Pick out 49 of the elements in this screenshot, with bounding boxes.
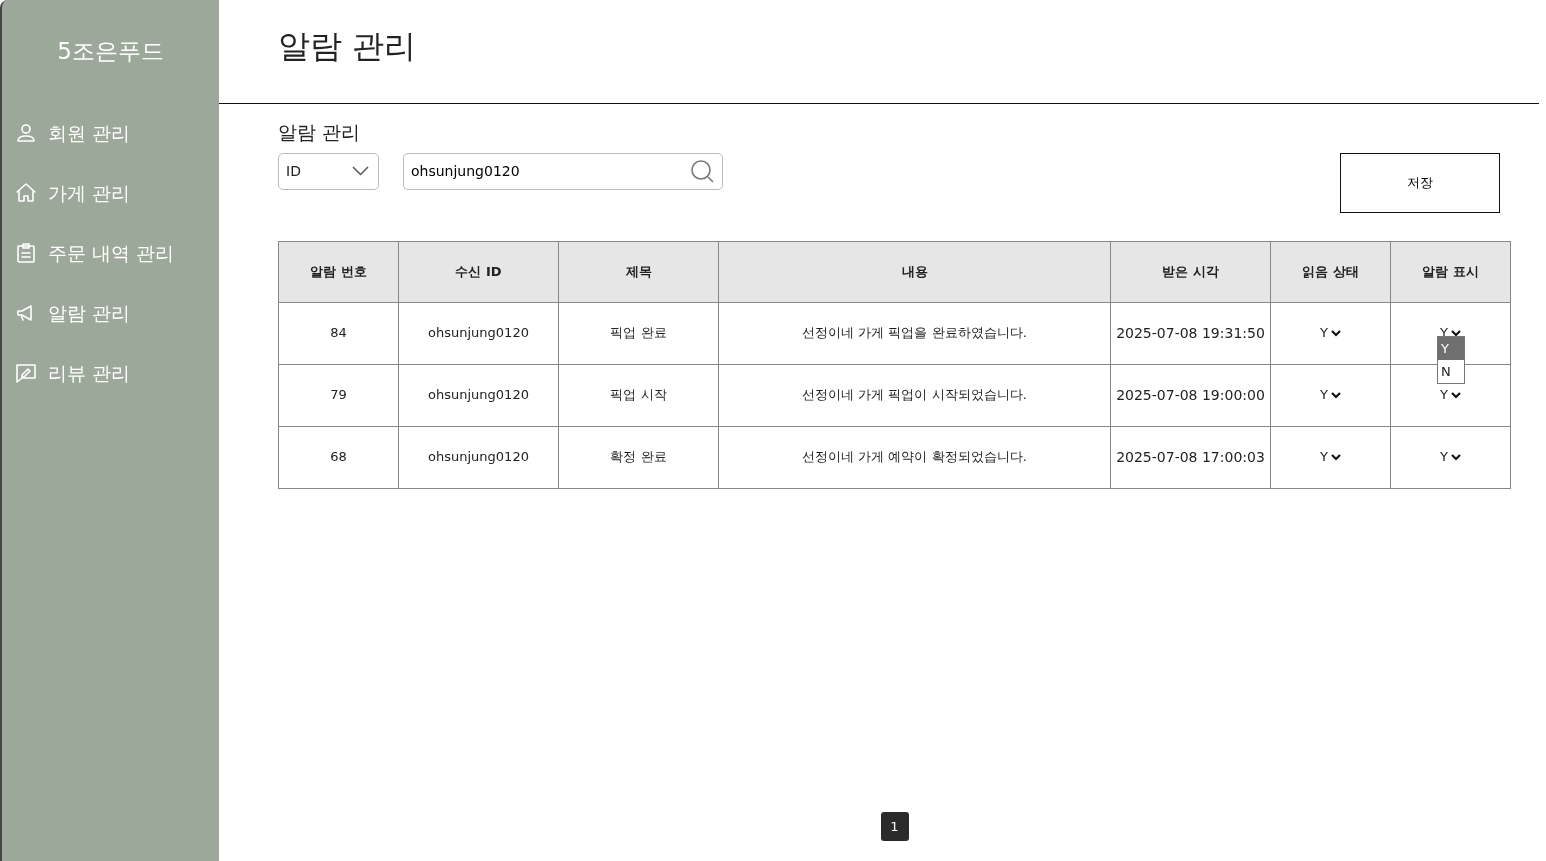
column-header: 읽음 상태: [1270, 241, 1391, 302]
dropdown-select[interactable]: Y: [1440, 385, 1461, 405]
page-title: 알람 관리: [277, 26, 418, 67]
table-cell: 84: [278, 302, 399, 364]
table-cell: 2025-07-08 19:31:50: [1110, 302, 1271, 364]
table-cell: 2025-07-08 17:00:03: [1110, 426, 1271, 488]
table-cell: 68: [278, 426, 399, 488]
page-button[interactable]: 1: [880, 812, 909, 841]
clipboard-icon: [14, 241, 38, 265]
chevron-down-icon: [352, 166, 369, 176]
table-cell: 선정이네 가게 예약이 확정되었습니다.: [718, 426, 1111, 488]
chevron-down-icon: [1330, 453, 1341, 461]
select-value: ID: [286, 161, 301, 181]
search-icon[interactable]: [691, 159, 714, 183]
chat-edit-icon: [14, 361, 38, 385]
table-cell: 79: [278, 364, 399, 426]
chevron-down-icon: [1450, 391, 1461, 399]
chevron-down-icon: [1450, 453, 1461, 461]
chevron-down-icon: [1450, 329, 1461, 337]
section-title: 알람 관리: [278, 120, 362, 145]
table-cell: ohsunjung0120: [398, 426, 559, 488]
table-cell: ohsunjung0120: [398, 364, 559, 426]
table-cell: ohsunjung0120: [398, 302, 559, 364]
table-cell: 확정 완료: [558, 426, 719, 488]
table-cell: 2025-07-08 19:00:00: [1110, 364, 1271, 426]
person-icon: [14, 121, 38, 145]
logo-text: 5조은푸드: [56, 37, 165, 66]
column-header: 수신 ID: [398, 241, 559, 302]
chevron-down-icon: [1330, 329, 1341, 337]
dropdown-select[interactable]: Y: [1320, 447, 1341, 467]
search-field[interactable]: ohsunjung0120: [403, 152, 723, 190]
column-header: 제목: [558, 241, 719, 302]
dropdown-select[interactable]: Y: [1440, 447, 1461, 467]
table-cell: 선정이네 가게 픽업을 완료하였습니다.: [718, 302, 1111, 364]
chevron-down-icon: [1330, 391, 1341, 399]
dropdown-option[interactable]: N: [1438, 360, 1464, 384]
dropdown-select[interactable]: Y: [1320, 385, 1341, 405]
column-header: 내용: [718, 241, 1111, 302]
column-header: 알람 번호: [278, 241, 399, 302]
table-cell: 픽업 시작: [558, 364, 719, 426]
dropdown-select[interactable]: Y: [1320, 323, 1341, 343]
column-header: 받은 시각: [1110, 241, 1271, 302]
table-cell: 선정이네 가게 픽업이 시작되었습니다.: [718, 364, 1111, 426]
house-icon: [14, 181, 38, 205]
select-field[interactable]: ID: [278, 152, 379, 190]
column-header: 알람 표시: [1390, 241, 1511, 302]
dropdown-option[interactable]: Y: [1438, 337, 1464, 361]
table-cell: 픽업 완료: [558, 302, 719, 364]
save-button[interactable]: 저장: [1340, 152, 1500, 213]
